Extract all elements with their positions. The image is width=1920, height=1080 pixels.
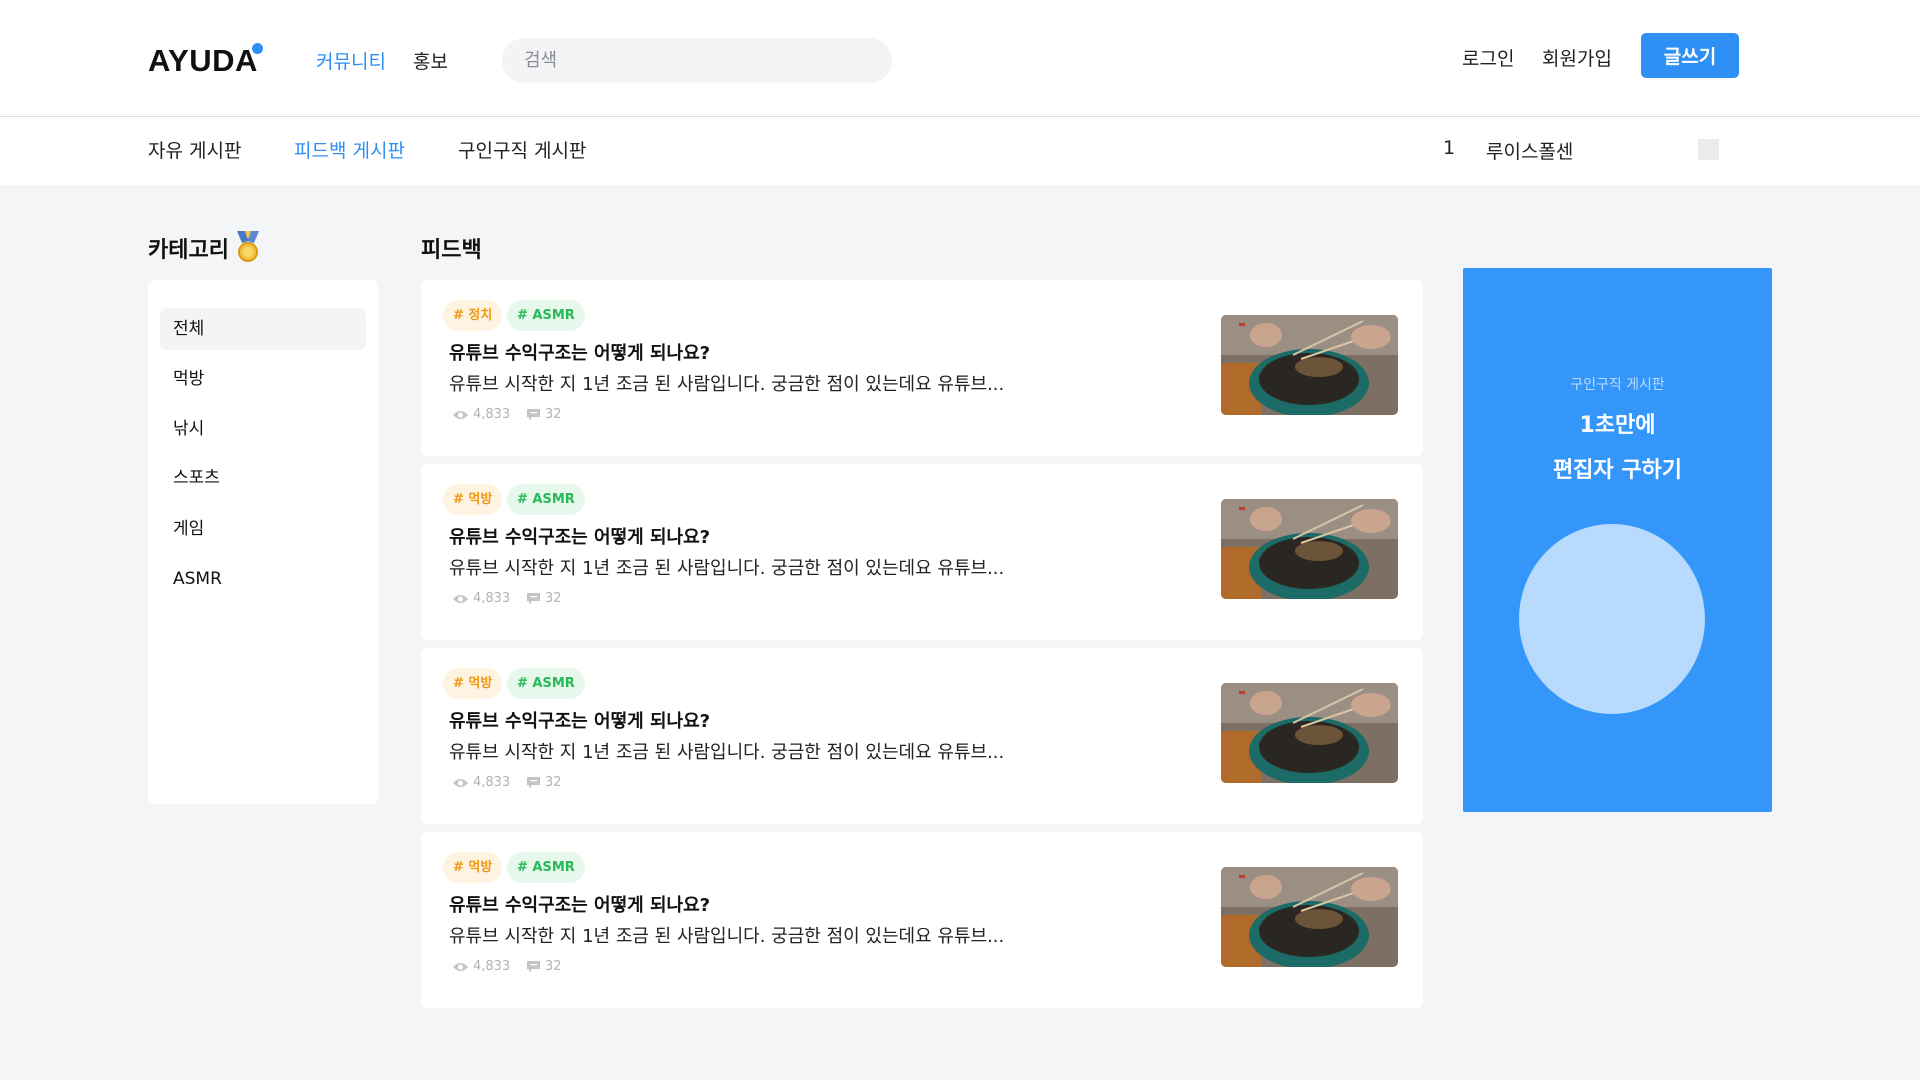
top-header: AYUDA 커뮤니티 홍보 로그인 회원가입 글쓰기 [0, 0, 1920, 117]
category-panel: 전체 먹방 낚시 스포츠 게임 ASMR [148, 280, 378, 804]
view-count-value: 4,833 [473, 959, 511, 974]
comment-count: 32 [526, 959, 562, 974]
nav-promotion[interactable]: 홍보 [413, 47, 448, 74]
view-count-value: 4,833 [473, 407, 511, 422]
post-title[interactable]: 유튜브 수익구조는 어떻게 되나요? [449, 339, 710, 365]
view-count-value: 4,833 [473, 591, 511, 606]
comment-icon [527, 592, 540, 605]
nav-community[interactable]: 커뮤니티 [316, 47, 386, 74]
tag-badge[interactable]: # ASMR [507, 668, 585, 699]
logo-dot [252, 43, 263, 54]
view-count: 4,833 [452, 407, 510, 422]
medal-icon [237, 231, 259, 262]
tag-badge[interactable]: # 먹방 [443, 668, 503, 699]
view-count: 4,833 [452, 591, 510, 606]
post-thumbnail[interactable] [1221, 499, 1398, 599]
tab-feedback-board[interactable]: 피드백 게시판 [294, 136, 405, 163]
post-card[interactable]: # 먹방 # ASMR 유튜브 수익구조는 어떻게 되나요? 유튜브 시작한 지… [421, 648, 1423, 824]
comment-count-value: 32 [545, 407, 562, 422]
category-sports[interactable]: 스포츠 [160, 457, 366, 499]
post-excerpt: 유튜브 시작한 지 1년 조금 된 사람입니다. 궁금한 점이 있는데요 유튜브… [449, 742, 1005, 763]
banner-illustration [1519, 524, 1705, 714]
category-asmr[interactable]: ASMR [160, 558, 366, 600]
tag-badge[interactable]: # ASMR [507, 484, 585, 515]
logo[interactable]: AYUDA [148, 43, 258, 79]
post-excerpt: 유튜브 시작한 지 1년 조금 된 사람입니다. 궁금한 점이 있는데요 유튜브… [449, 374, 1005, 395]
post-title[interactable]: 유튜브 수익구조는 어떻게 되나요? [449, 891, 710, 917]
post-thumbnail[interactable] [1221, 867, 1398, 967]
comment-count: 32 [526, 775, 562, 790]
post-title[interactable]: 유튜브 수익구조는 어떻게 되나요? [449, 523, 710, 549]
eye-icon [453, 778, 468, 787]
post-card[interactable]: # 먹방 # ASMR 유튜브 수익구조는 어떻게 되나요? 유튜브 시작한 지… [421, 832, 1423, 1008]
view-count: 4,833 [452, 959, 510, 974]
tag-badge[interactable]: # 정치 [443, 300, 503, 331]
post-title[interactable]: 유튜브 수익구조는 어떻게 되나요? [449, 707, 710, 733]
search-input[interactable] [502, 38, 892, 83]
category-title: 카테고리 [148, 238, 229, 263]
category-mukbang[interactable]: 먹방 [160, 358, 366, 400]
category-all[interactable]: 전체 [160, 308, 366, 350]
view-count-value: 4,833 [473, 775, 511, 790]
eye-icon [453, 962, 468, 971]
comment-count-value: 32 [545, 959, 562, 974]
comment-count: 32 [526, 591, 562, 606]
post-card[interactable]: # 정치 # ASMR 유튜브 수익구조는 어떻게 되나요? 유튜브 시작한 지… [421, 280, 1423, 456]
comment-icon [527, 776, 540, 789]
comment-count-value: 32 [545, 775, 562, 790]
banner-subheadline: 편집자 구하기 [1552, 458, 1683, 483]
feed-title: 피드백 [421, 238, 482, 263]
tag-badge[interactable]: # 먹방 [443, 852, 503, 883]
comment-icon [527, 960, 540, 973]
tag-badge[interactable]: # ASMR [507, 852, 585, 883]
comment-count: 32 [526, 407, 562, 422]
user-name[interactable]: 루이스폴센 [1486, 137, 1573, 164]
job-board-banner[interactable]: 구인구직 게시판 1초만에 편집자 구하기 [1463, 268, 1772, 812]
category-fishing[interactable]: 낚시 [160, 408, 366, 450]
profile-placeholder[interactable] [1698, 139, 1719, 160]
write-button[interactable]: 글쓰기 [1641, 33, 1739, 78]
post-thumbnail[interactable] [1221, 683, 1398, 783]
post-card[interactable]: # 먹방 # ASMR 유튜브 수익구조는 어떻게 되나요? 유튜브 시작한 지… [421, 464, 1423, 640]
tag-badge[interactable]: # 먹방 [443, 484, 503, 515]
signup-link[interactable]: 회원가입 [1542, 44, 1612, 71]
tab-job-board[interactable]: 구인구직 게시판 [458, 136, 586, 163]
view-count: 4,833 [452, 775, 510, 790]
category-game[interactable]: 게임 [160, 508, 366, 550]
post-thumbnail[interactable] [1221, 315, 1398, 415]
banner-caption: 구인구직 게시판 [1570, 377, 1665, 393]
post-excerpt: 유튜브 시작한 지 1년 조금 된 사람입니다. 궁금한 점이 있는데요 유튜브… [449, 926, 1005, 947]
eye-icon [453, 594, 468, 603]
login-link[interactable]: 로그인 [1462, 44, 1514, 71]
banner-headline: 1초만에 [1579, 413, 1656, 438]
tag-badge[interactable]: # ASMR [507, 300, 585, 331]
eye-icon [453, 410, 468, 419]
comment-count-value: 32 [545, 591, 562, 606]
comment-icon [527, 408, 540, 421]
post-excerpt: 유튜브 시작한 지 1년 조금 된 사람입니다. 궁금한 점이 있는데요 유튜브… [449, 558, 1005, 579]
tab-free-board[interactable]: 자유 게시판 [148, 136, 241, 163]
notification-count: 1 [1443, 137, 1456, 159]
board-tabs: 자유 게시판 피드백 게시판 구인구직 게시판 1 루이스폴센 [0, 117, 1920, 185]
